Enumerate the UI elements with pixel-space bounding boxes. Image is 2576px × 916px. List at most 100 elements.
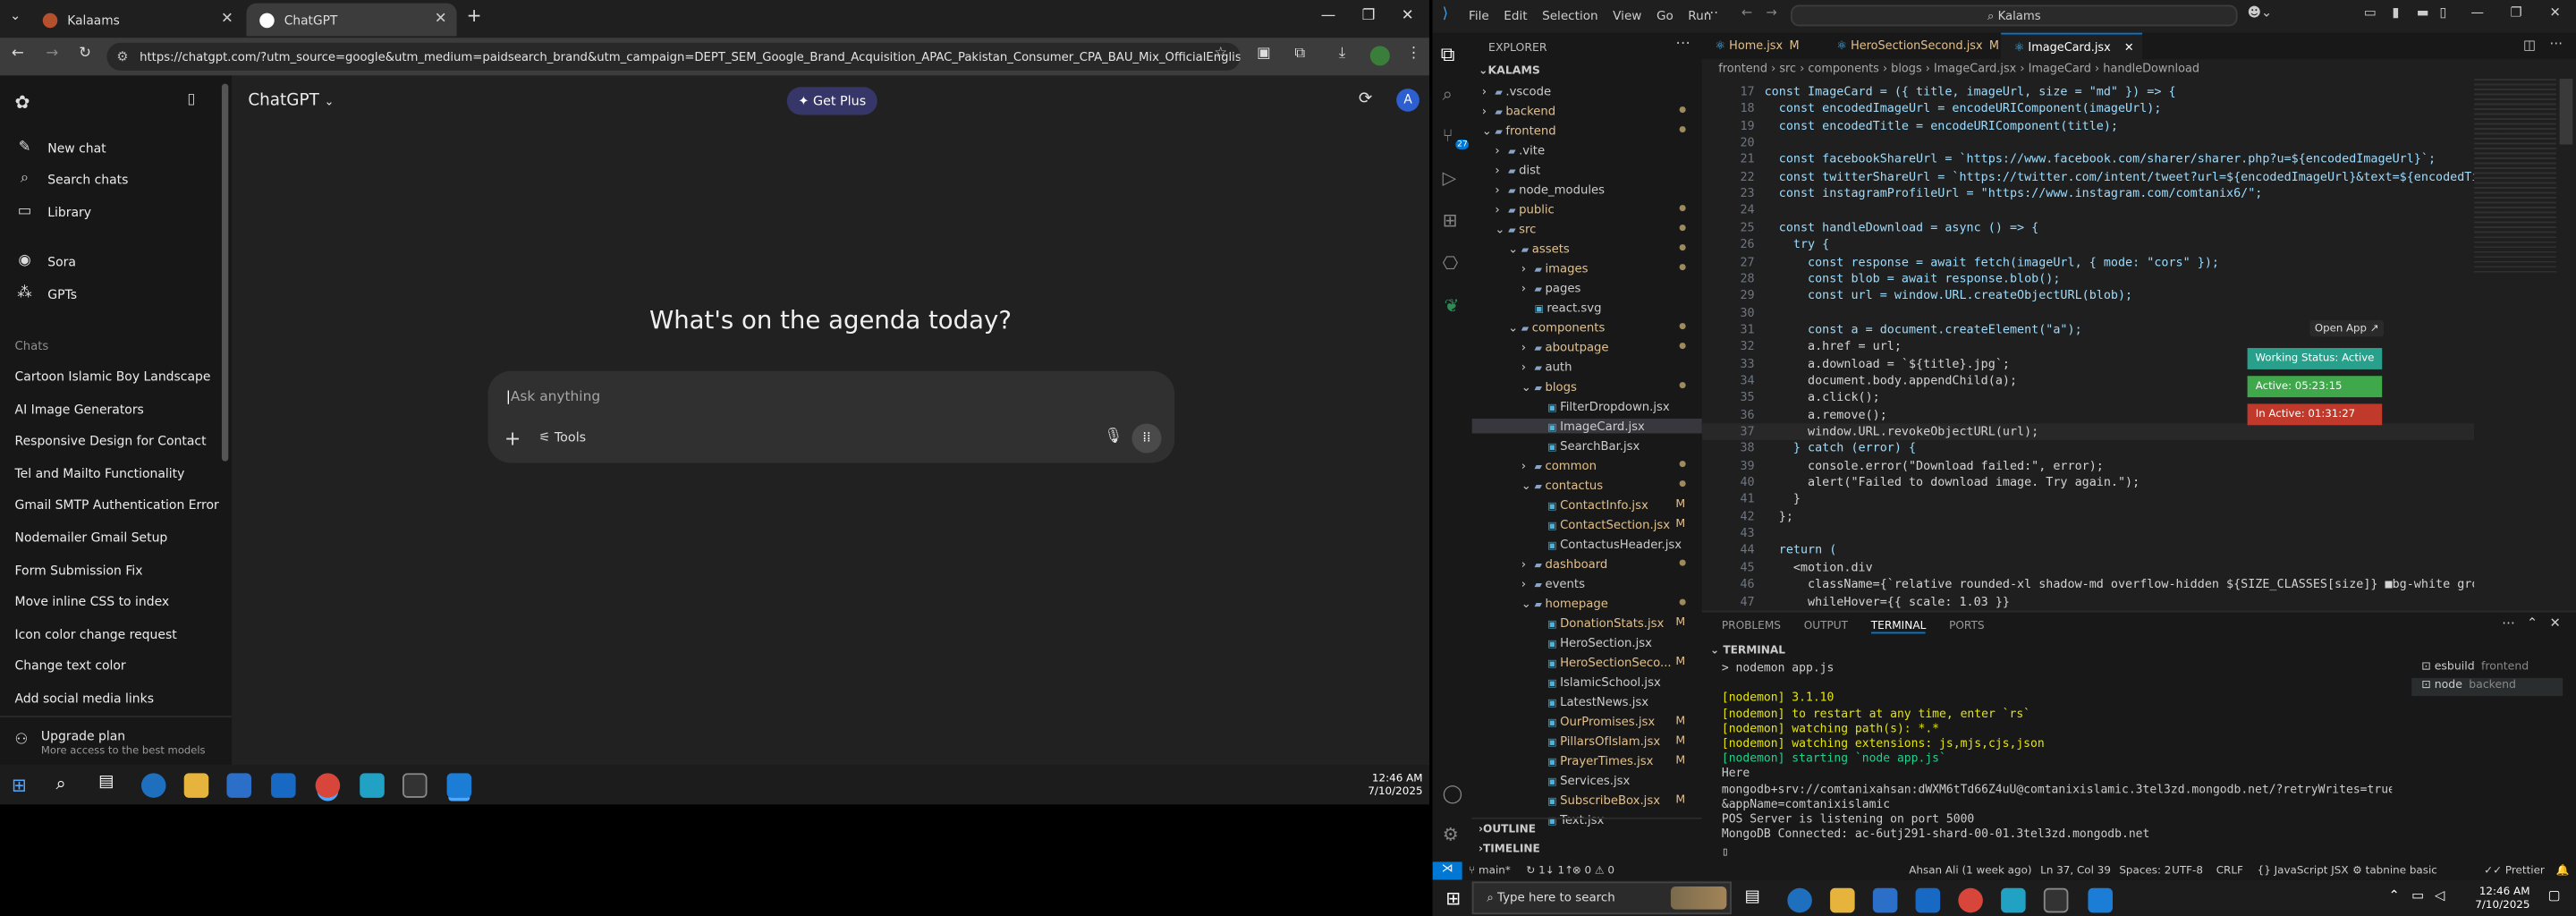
file-item[interactable]: ▣ HeroSection.jsx xyxy=(1534,635,1652,650)
notification-center-icon[interactable]: ▢ xyxy=(2548,888,2561,903)
attach-plus-icon[interactable]: + xyxy=(504,427,521,450)
chat-list-item[interactable]: AI Image Generators xyxy=(15,402,144,417)
remote-indicator-icon[interactable]: ⋊ xyxy=(1432,861,1462,880)
sidebar-scrollbar[interactable] xyxy=(221,83,229,462)
app-icon[interactable] xyxy=(360,773,385,798)
editor-tab[interactable]: ⚛ ImageCard.jsx ✕ xyxy=(2001,32,2143,60)
outline-section[interactable]: ›OUTLINE xyxy=(1479,822,1536,835)
problems-status[interactable]: ⊗ 0 ⚠ 0 xyxy=(1572,863,1614,877)
site-info-icon[interactable]: ⚙ xyxy=(116,43,128,71)
close-tab-icon[interactable]: ✕ xyxy=(435,12,447,28)
extensions-icon[interactable]: ⧉ xyxy=(1294,46,1305,62)
breadcrumb-item[interactable]: ImageCard.jsx xyxy=(1934,63,2016,76)
file-item[interactable]: ▣ SubscribeBox.jsx xyxy=(1534,793,1660,808)
more-actions-icon[interactable]: ⋯ xyxy=(1675,36,1690,52)
file-item[interactable]: ▣ Text.jsx xyxy=(1534,812,1604,827)
get-plus-button[interactable]: ✦ Get Plus xyxy=(786,87,877,115)
menu-icon[interactable]: ⋮ xyxy=(1406,46,1421,62)
folder-item[interactable]: › ▰ aboutpage xyxy=(1521,340,1609,355)
run-debug-icon[interactable]: ▷ xyxy=(1443,167,1457,189)
panel-tab-problems[interactable]: PROBLEMS xyxy=(1722,619,1781,634)
folder-item[interactable]: ⌄ ▰ blogs xyxy=(1521,379,1577,394)
folder-item[interactable]: › ▰ .vite xyxy=(1495,143,1545,158)
folder-item[interactable]: › ▰ events xyxy=(1521,576,1585,591)
back-icon[interactable]: ← xyxy=(12,46,24,62)
network-icon[interactable]: ▭ xyxy=(2411,888,2424,903)
tools-button[interactable]: ⚟ Tools xyxy=(538,430,586,445)
menu-item-file[interactable]: File xyxy=(1469,8,1489,23)
task-view-icon[interactable]: ▤ xyxy=(98,773,114,791)
tray-chevron-icon[interactable]: ⌃ xyxy=(2389,888,2400,903)
terminal-icon[interactable] xyxy=(402,773,428,798)
edge-icon[interactable] xyxy=(1787,887,1812,913)
prompt-input[interactable]: |Ask anything xyxy=(506,387,600,403)
tab-search-icon[interactable]: ⌄ xyxy=(10,8,21,23)
chat-list-item[interactable]: Add social media links xyxy=(15,691,154,707)
file-item[interactable]: ▣ react.svg xyxy=(1521,301,1601,316)
close-window-icon[interactable]: ✕ xyxy=(1402,8,1414,24)
chrome-icon[interactable] xyxy=(1958,887,1983,913)
layout-icon[interactable]: ▭ xyxy=(2364,5,2377,21)
editor-scrollbar[interactable] xyxy=(2559,79,2573,145)
close-tab-icon[interactable]: ✕ xyxy=(221,12,233,28)
windows-start-icon[interactable]: ⊞ xyxy=(12,775,27,796)
avatar[interactable]: A xyxy=(1396,89,1419,112)
file-item[interactable]: ▣ OurPromises.jsx xyxy=(1534,714,1655,729)
file-item[interactable]: ▣ PillarsOfIslam.jsx xyxy=(1534,734,1660,749)
remote-icon[interactable]: ⎔ xyxy=(1443,253,1459,275)
file-item[interactable]: ▣ Services.jsx xyxy=(1534,773,1630,788)
notifications-icon[interactable]: 🔔 xyxy=(2556,863,2570,877)
volume-icon[interactable]: ◁ xyxy=(2435,888,2445,903)
terminal-icon[interactable] xyxy=(2043,887,2069,913)
menu-item-view[interactable]: View xyxy=(1613,8,1641,23)
branch-indicator[interactable]: ⑂ main* xyxy=(1469,863,1511,877)
close-tab-icon[interactable]: ✕ xyxy=(2121,41,2134,55)
file-item[interactable]: ▣ ImageCard.jsx xyxy=(1471,418,1702,434)
folder-item[interactable]: ⌄ ▰ homepage xyxy=(1521,596,1608,611)
close-panel-icon[interactable]: ✕ xyxy=(2550,615,2561,631)
chat-list-item[interactable]: Gmail SMTP Authentication Error xyxy=(15,498,219,513)
breadcrumb-item[interactable]: blogs xyxy=(1891,63,1921,76)
new-chat-button[interactable]: ✎ New chat xyxy=(15,140,106,156)
toggle-panel-icon[interactable]: ▬ xyxy=(2417,5,2429,21)
chat-list-item[interactable]: Nodemailer Gmail Setup xyxy=(15,530,168,546)
explorer-icon[interactable]: ⧉ xyxy=(1441,43,1455,68)
folder-item[interactable]: › ▰ pages xyxy=(1521,281,1581,296)
folder-item[interactable]: › ▰ images xyxy=(1521,261,1589,276)
folder-item[interactable]: › ▰ backend xyxy=(1482,104,1555,119)
cursor-position[interactable]: Ln 37, Col 39 xyxy=(2040,863,2111,877)
indentation[interactable]: Spaces: 2 xyxy=(2119,863,2171,877)
file-item[interactable]: ▣ DonationStats.jsx xyxy=(1534,615,1664,631)
minimap[interactable] xyxy=(2474,79,2556,276)
chat-list-item[interactable]: Form Submission Fix xyxy=(15,563,143,578)
file-item[interactable]: ▣ IslamicSchool.jsx xyxy=(1534,674,1661,690)
open-app-button[interactable]: Open App ↗ xyxy=(2309,319,2385,337)
close-window-icon[interactable]: ✕ xyxy=(2550,5,2561,21)
folder-item[interactable]: › ▰ dashboard xyxy=(1521,556,1608,572)
chat-list-item[interactable]: Icon color change request xyxy=(15,627,177,642)
new-tab-icon[interactable]: + xyxy=(467,5,482,27)
nav-forward-icon[interactable]: → xyxy=(1766,5,1776,21)
more-menu-icon[interactable]: ⋯ xyxy=(1705,5,1718,21)
folder-item[interactable]: ⌄ ▰ src xyxy=(1495,222,1536,237)
mongodb-icon[interactable]: ❦ xyxy=(1444,295,1459,317)
terminal-output[interactable]: > nodemon app.js [nodemon] 3.1.10 [nodemon… xyxy=(1702,660,2392,857)
toggle-secondary-icon[interactable]: ▯ xyxy=(2439,5,2446,21)
panel-tab-terminal[interactable]: TERMINAL xyxy=(1870,619,1927,634)
command-center-search[interactable]: ⌕ Kalams xyxy=(1791,4,2238,27)
account-icon[interactable]: ◯ xyxy=(1443,783,1463,804)
breadcrumb-item[interactable]: src xyxy=(1779,63,1796,76)
taskbar-search-box[interactable]: ⌕ Type here to search xyxy=(1471,881,1732,915)
clock[interactable]: 12:46 AM 7/10/2025 xyxy=(2451,885,2529,911)
edge-icon[interactable] xyxy=(140,773,166,798)
vscode-icon[interactable] xyxy=(2088,887,2113,913)
file-item[interactable]: ▣ FilterDropdown.jsx xyxy=(1534,399,1670,414)
maximize-panel-icon[interactable]: ⌃ xyxy=(2527,615,2538,631)
search-chats-button[interactable]: ⌕ Search chats xyxy=(15,171,129,187)
terminal-session[interactable]: ⊡ esbuild frontend xyxy=(2411,660,2563,678)
download-icon[interactable]: ⤓ xyxy=(1339,46,1345,62)
folder-item[interactable]: › ▰ node_modules xyxy=(1495,182,1605,198)
folder-item[interactable]: ⌄ ▰ contactus xyxy=(1521,478,1603,493)
folder-item[interactable]: ⌄ ▰ components xyxy=(1508,320,1605,335)
chat-list-item[interactable]: Change text color xyxy=(15,659,126,674)
